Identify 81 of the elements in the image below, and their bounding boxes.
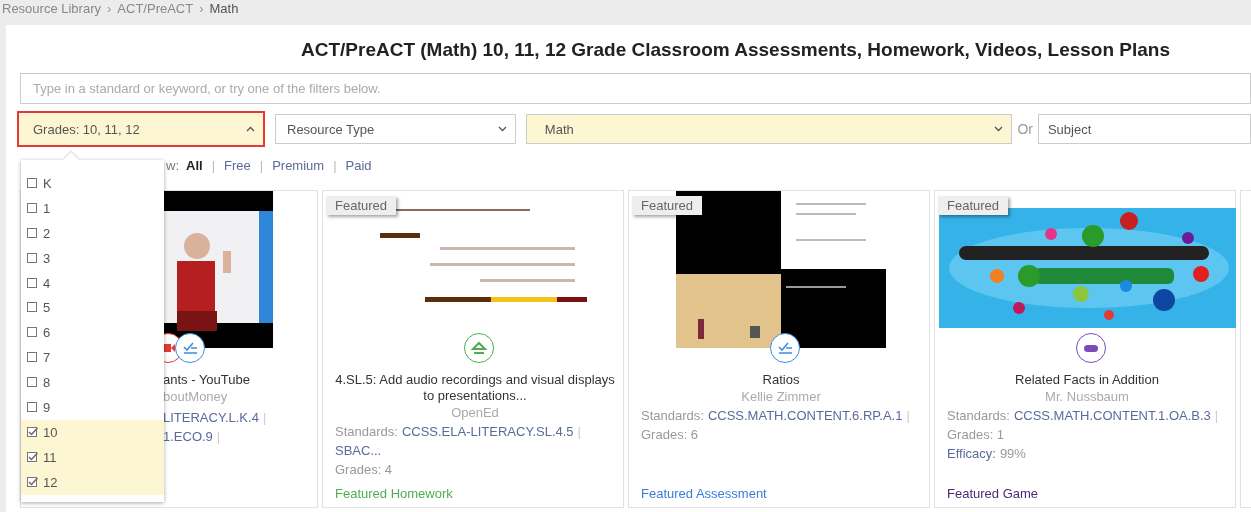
featured-tag: Featured (938, 196, 1009, 215)
featured-tag: Featured (326, 196, 397, 215)
efficacy-label: Efficacy: (947, 446, 996, 461)
chevron-down-icon (497, 126, 507, 132)
standard-link[interactable]: 1.ECO.9 (163, 429, 213, 444)
checkbox-icon[interactable] (27, 227, 38, 239)
grade-option[interactable]: 2 (21, 220, 164, 246)
checkbox-icon[interactable] (27, 302, 38, 314)
checkbox-icon[interactable] (27, 476, 38, 488)
grade-option[interactable]: 1 (21, 195, 164, 221)
checkbox-icon[interactable] (27, 202, 38, 214)
grades-select[interactable]: Grades: 10, 11, 12 (17, 111, 265, 147)
standard-separator: | (1214, 408, 1219, 423)
checkbox-icon[interactable] (27, 252, 38, 264)
standards-label: Standards: (947, 408, 1010, 423)
grade-option[interactable]: 10 (21, 419, 164, 445)
standard-separator: | (262, 410, 267, 425)
filter-separator: | (211, 157, 215, 173)
checkbox-icon[interactable] (27, 451, 38, 463)
category-label[interactable]: Featured Game (947, 486, 1227, 501)
card-title[interactable]: ants - YouTube (163, 372, 250, 388)
standards-label: Standards: (335, 424, 398, 439)
checkbox-icon[interactable] (27, 277, 38, 289)
resource-card[interactable]: Featured Ratios Kellie Zimmer Standards: CCSS.MATH.CONTENT.6.RP.A.1 | Grades: 6 Featured Assessment (628, 190, 930, 508)
breadcrumb-link[interactable]: Math (209, 1, 239, 16)
show-label: w: (166, 157, 179, 173)
checkbox-icon[interactable] (27, 177, 38, 189)
grade-option[interactable]: 5 (21, 295, 164, 321)
resource-card[interactable]: Featured Related Facts in Addition Mr. Nussbaum Standards: CCSS.MATH.CONTENT.1.OA.B.3 | Grades: 1 Efficacy: 99% Featured Game (934, 190, 1236, 508)
breadcrumb-separator: › (107, 1, 112, 16)
grades-text: Grades: 6 (641, 427, 700, 442)
standard-separator: | (906, 408, 910, 423)
card-author: OpenEd (451, 405, 499, 420)
standard-separator: | (216, 429, 221, 444)
price-filter-link[interactable]: Premium (272, 157, 325, 173)
grade-option[interactable]: 7 (21, 345, 164, 371)
standard-link[interactable]: CCSS.MATH.CONTENT.6.RP.A.1 (707, 408, 903, 423)
efficacy-value: 99% (999, 446, 1026, 461)
subject-select[interactable]: Math (525, 114, 1013, 144)
standards-label: Standards: (641, 408, 704, 423)
filter-separator: | (333, 157, 337, 173)
standard-link[interactable]: SBAC... (335, 443, 382, 458)
grade-option[interactable]: 3 (21, 245, 164, 271)
subject-field[interactable]: Subject (1037, 114, 1251, 144)
featured-tag: Featured (632, 196, 703, 215)
resource-card[interactable]: Featured 4.SL.5: Add audio recordings and visual displays to presentations... OpenEd Standards: CCSS.ELA-LITERACY.SL.4.5 | SBAC... Grades: 4 Featured Homework (322, 190, 624, 508)
standard-separator: | (577, 424, 581, 439)
checkbox-icon[interactable] (27, 377, 38, 389)
category-label[interactable]: Featured Assessment (641, 486, 921, 501)
grade-option[interactable]: 11 (21, 444, 164, 470)
filter-separator: | (259, 157, 264, 173)
grades-text: Grades: 4 (335, 462, 394, 477)
card-title[interactable]: 4.SL.5: Add audio recordings and visual displays to presentations... (335, 372, 615, 404)
checkbox-icon[interactable] (27, 327, 38, 339)
price-filter-link[interactable]: Paid (345, 157, 372, 173)
standard-link[interactable]: LITERACY.L.K.4 (163, 410, 259, 425)
price-filter-link[interactable]: All (186, 157, 203, 173)
checkbox-icon[interactable] (27, 426, 38, 438)
card-author: Mr. Nussbaum (1045, 389, 1129, 404)
card-author: Kellie Zimmer (741, 389, 821, 404)
grades-text: Grades: 1 (947, 427, 1006, 442)
grade-option[interactable]: 6 (21, 320, 164, 346)
search-field[interactable]: Type in a standard or keyword, or try one of the filters below. (20, 73, 1251, 104)
card-title[interactable]: Ratios (762, 372, 800, 388)
resource-type-select[interactable]: Resource Type (275, 114, 516, 144)
card-author: boutMoney (163, 389, 228, 404)
card-title[interactable]: Related Facts in Addition (1015, 372, 1159, 388)
standard-link[interactable]: CCSS.ELA-LITERACY.SL.4.5 (401, 424, 574, 439)
grade-option[interactable]: 12 (21, 469, 164, 495)
checkbox-icon[interactable] (27, 401, 38, 413)
grade-option[interactable]: 4 (21, 270, 164, 296)
breadcrumb-separator: › (199, 1, 204, 16)
checkbox-icon[interactable] (27, 352, 38, 364)
caret-icon (246, 126, 255, 132)
standard-link[interactable]: CCSS.MATH.CONTENT.1.OA.B.3 (1013, 408, 1211, 423)
grade-option[interactable]: 9 (21, 395, 164, 420)
grade-option[interactable]: 8 (21, 370, 164, 395)
page-title: ACT/PreACT (Math) 10, 11, 12 Grade Classroom Assessments, Homework, Videos, Lesson Plans (300, 38, 1172, 62)
or-label: Or (1017, 121, 1033, 137)
price-filter-link[interactable]: Free (224, 157, 251, 173)
chevron-down-icon (994, 126, 1004, 132)
